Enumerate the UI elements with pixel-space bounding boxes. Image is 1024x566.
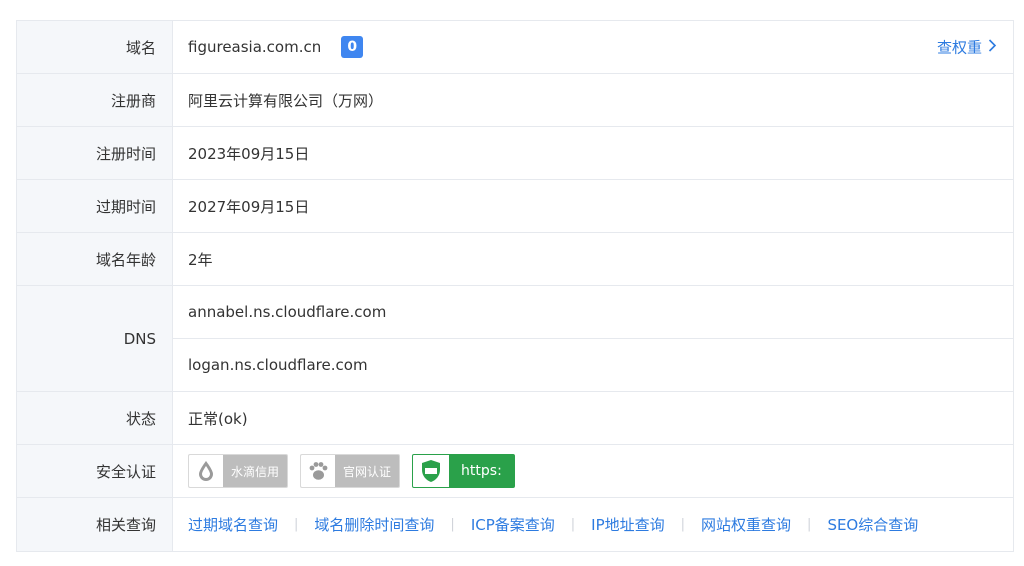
label-registrar: 注册商 [17,74,173,126]
value-age: 2年 [188,250,213,269]
row-registrar: 注册商 阿里云计算有限公司（万网） [17,74,1013,127]
weight-badge: 0 [341,36,364,58]
water-drop-icon [189,455,223,487]
row-age: 域名年龄 2年 [17,233,1013,286]
link-expired-domain[interactable]: 过期域名查询 [188,514,278,535]
ssl-shield-icon [413,455,450,487]
divider: | [450,517,455,532]
row-related: 相关查询 过期域名查询 | 域名删除时间查询 | ICP备案查询 | IP地址查… [17,498,1013,551]
row-domain: 域名 figureasia.com.cn 0 查权重 [17,21,1013,74]
water-drop-credit-label: 水滴信用 [231,464,280,479]
https-label: https: [461,463,502,479]
value-domain: figureasia.com.cn 0 查权重 [173,21,1013,73]
domain-name: figureasia.com.cn [188,38,322,56]
link-seo[interactable]: SEO综合查询 [827,514,918,535]
https-badge[interactable]: https: [412,454,515,488]
row-dns: DNS annabel.ns.cloudflare.com logan.ns.c… [17,286,1013,392]
row-status: 状态 正常(ok) [17,392,1013,445]
dns-server: annabel.ns.cloudflare.com [173,286,1013,339]
official-site-badge[interactable]: 官网认证 [300,454,401,488]
label-related: 相关查询 [17,498,173,551]
dns-list: annabel.ns.cloudflare.com logan.ns.cloud… [173,286,1013,391]
label-domain: 域名 [17,21,173,73]
divider: | [570,517,576,532]
official-site-label: 官网认证 [343,464,392,479]
label-cert: 安全认证 [17,445,173,497]
link-delete-time[interactable]: 域名删除时间查询 [314,514,434,535]
link-ip[interactable]: IP地址查询 [591,514,664,535]
label-status: 状态 [17,392,173,444]
check-weight-link[interactable]: 查权重 [937,37,997,58]
domain-info-table: 域名 figureasia.com.cn 0 查权重 注册商 阿里云计算有限公司… [16,20,1014,552]
row-cert: 安全认证 水滴信用 官网认证 https: [17,445,1013,498]
divider: | [807,517,812,532]
label-reg-time: 注册时间 [17,127,173,179]
check-weight-label: 查权重 [936,38,982,57]
label-dns: DNS [17,286,173,391]
water-drop-credit-badge[interactable]: 水滴信用 [188,454,289,488]
related-links: 过期域名查询 | 域名删除时间查询 | ICP备案查询 | IP地址查询 | 网… [173,498,1013,551]
link-site-weight[interactable]: 网站权重查询 [701,514,791,535]
link-icp[interactable]: ICP备案查询 [471,514,555,535]
chevron-right-icon [988,38,997,56]
divider: | [294,517,299,532]
value-registrar: 阿里云计算有限公司（万网） [188,91,384,110]
value-reg-time: 2023年09月15日 [188,144,310,163]
value-exp-time: 2027年09月15日 [188,197,310,216]
label-exp-time: 过期时间 [17,180,173,232]
label-age: 域名年龄 [17,233,173,285]
divider: | [680,517,686,532]
paw-icon [301,455,336,487]
value-cert: 水滴信用 官网认证 https: [173,445,1013,497]
row-exp-time: 过期时间 2027年09月15日 [17,180,1013,233]
row-reg-time: 注册时间 2023年09月15日 [17,127,1013,180]
value-status: 正常(ok) [188,409,248,428]
dns-server: logan.ns.cloudflare.com [188,355,368,374]
